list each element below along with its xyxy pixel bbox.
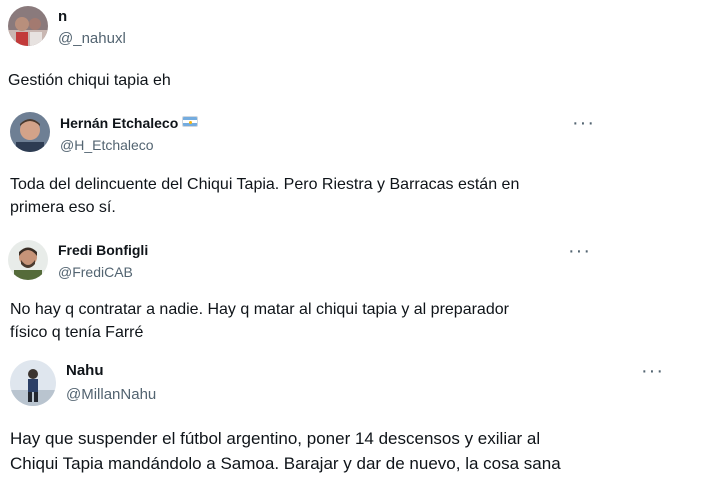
reply-text-line: primera eso sí. xyxy=(10,199,116,216)
more-options-icon[interactable]: ··· xyxy=(572,113,595,133)
author-name[interactable]: Nahu xyxy=(66,362,104,379)
avatar[interactable] xyxy=(10,112,50,152)
avatar[interactable] xyxy=(8,240,48,280)
more-options-icon[interactable]: ··· xyxy=(568,241,591,261)
post-text: Gestión chiqui tapia eh xyxy=(8,72,171,89)
author-handle[interactable]: @_nahuxl xyxy=(58,30,126,47)
author-name[interactable]: Hernán Etchaleco xyxy=(60,115,199,131)
argentina-flag-icon xyxy=(182,116,199,127)
author-name[interactable]: Fredi Bonfigli xyxy=(58,242,148,258)
author-name[interactable]: n xyxy=(58,8,67,25)
reply-text-line: Toda del delincuente del Chiqui Tapia. P… xyxy=(10,176,520,193)
author-handle[interactable]: @H_Etchaleco xyxy=(60,137,154,153)
avatar[interactable] xyxy=(10,360,56,406)
reply-text-line: Hay que suspender el fútbol argentino, p… xyxy=(10,429,541,448)
reply-text-line: físico q tenía Farré xyxy=(10,324,144,341)
author-handle[interactable]: @MillanNahu xyxy=(66,386,156,403)
reply-text-line: Chiqui Tapia mandándolo a Samoa. Barajar… xyxy=(10,454,561,473)
author-handle[interactable]: @FrediCAB xyxy=(58,264,133,280)
author-name-label: Hernán Etchaleco xyxy=(60,115,179,131)
reply-text-line: No hay q contratar a nadie. Hay q matar … xyxy=(10,301,509,318)
more-options-icon[interactable]: ··· xyxy=(641,361,664,381)
avatar[interactable] xyxy=(8,6,48,46)
